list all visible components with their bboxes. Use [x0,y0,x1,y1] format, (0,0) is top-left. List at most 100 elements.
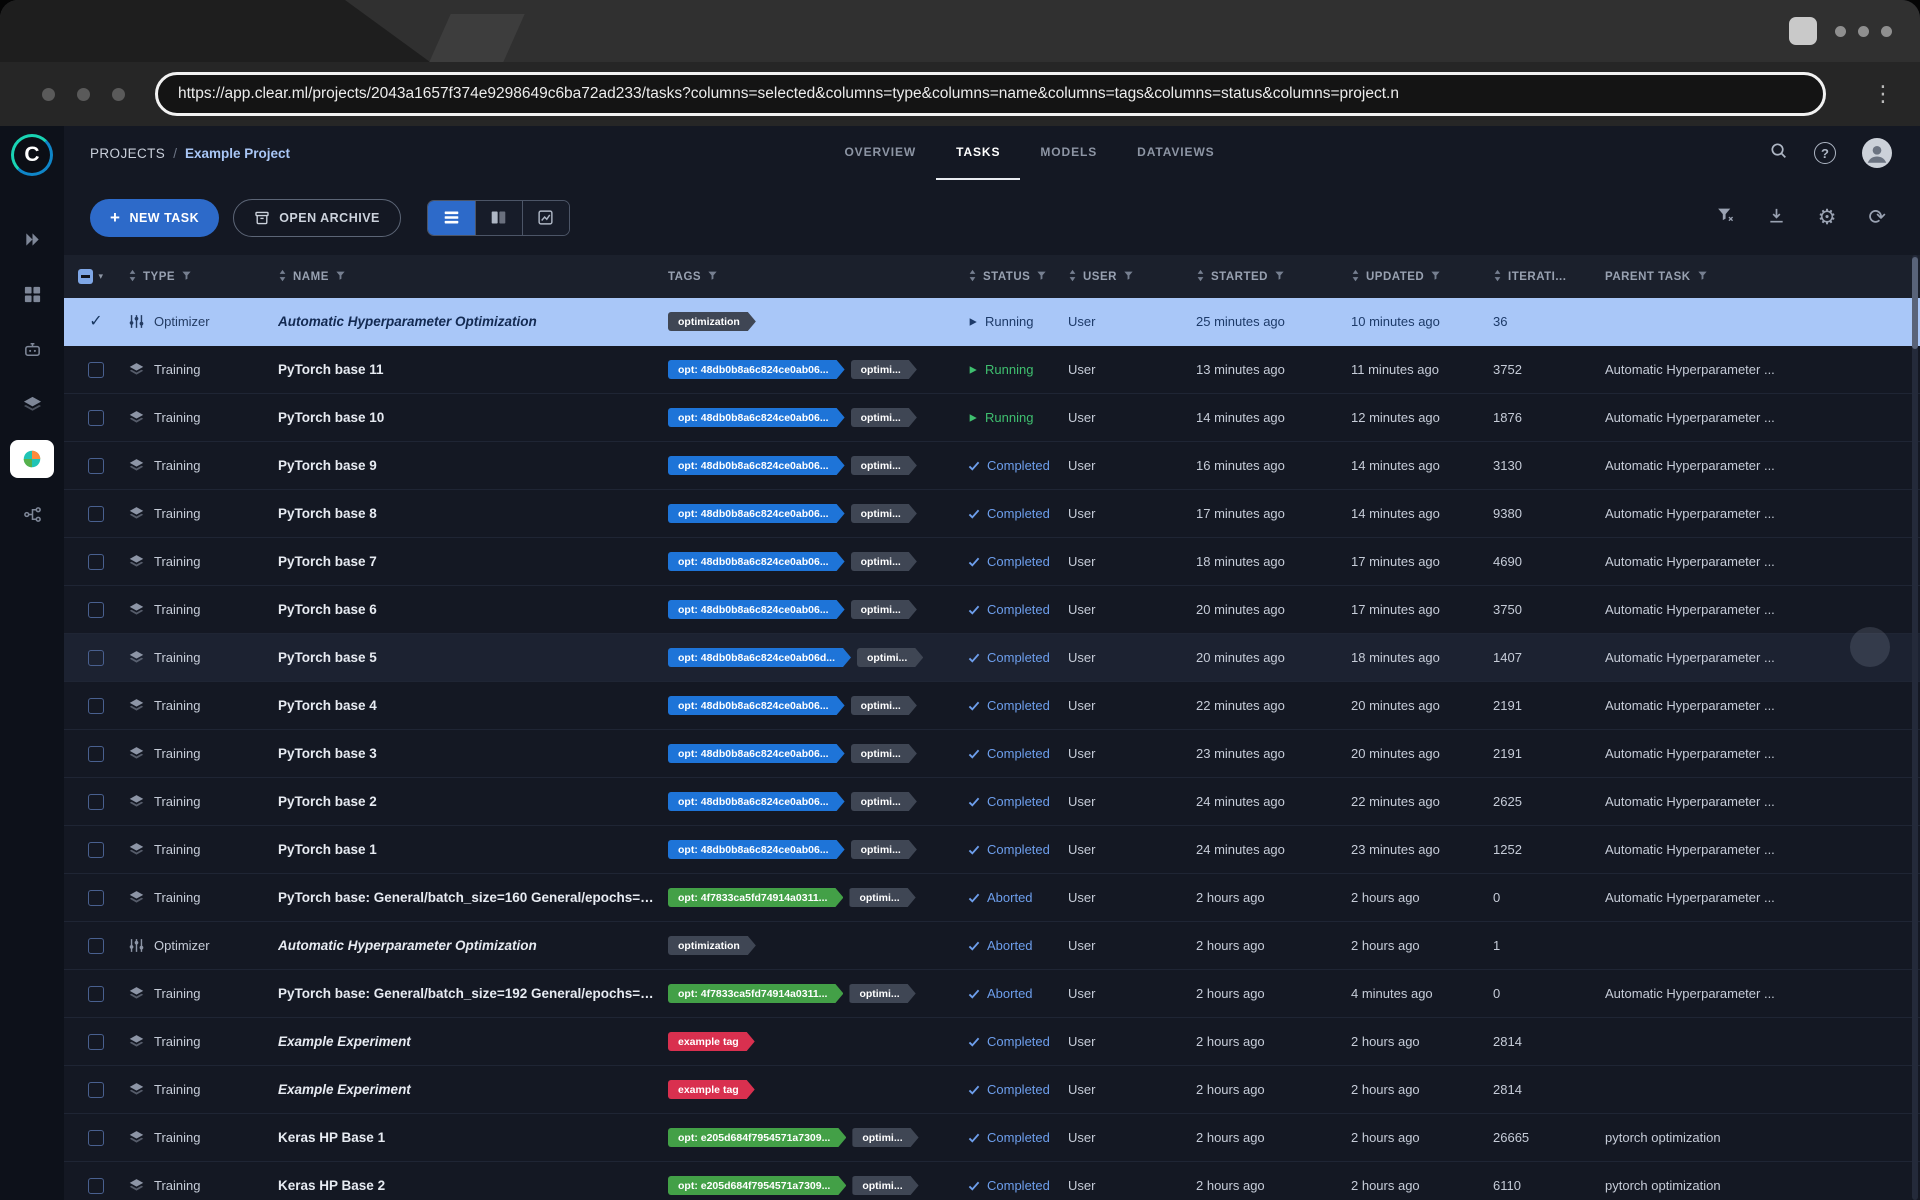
task-name[interactable]: Example Experiment [278,1034,411,1049]
tab-models[interactable]: MODELS [1020,126,1117,180]
row-checkbox[interactable] [88,794,104,810]
table-row[interactable]: TrainingPyTorch base 8opt: 48db0b8a6c824… [64,490,1920,538]
filter-icon[interactable] [1123,270,1134,284]
new-task-button[interactable]: + NEW TASK [90,199,219,237]
column-header-iterati[interactable]: ITERATI... [1493,269,1605,285]
row-checkbox[interactable] [88,1178,104,1194]
table-row[interactable]: ✓OptimizerAutomatic Hyperparameter Optim… [64,298,1920,346]
task-name[interactable]: PyTorch base: General/batch_size=192 Gen… [278,986,666,1001]
layers-icon[interactable] [10,385,54,423]
pipelines-icon[interactable] [10,495,54,533]
row-checkbox[interactable] [88,746,104,762]
download-icon[interactable] [1767,206,1786,230]
table-row[interactable]: TrainingKeras HP Base 1opt: e205d684f795… [64,1114,1920,1162]
task-name[interactable]: Automatic Hyperparameter Optimization [278,314,537,329]
sort-icon[interactable] [1196,269,1205,285]
breadcrumb-root[interactable]: PROJECTS [90,146,165,161]
table-row[interactable]: TrainingPyTorch base 6opt: 48db0b8a6c824… [64,586,1920,634]
task-name[interactable]: PyTorch base 7 [278,554,377,569]
table-row[interactable]: TrainingPyTorch base 1opt: 48db0b8a6c824… [64,826,1920,874]
applications-icon[interactable] [10,440,54,478]
table-row[interactable]: TrainingKeras HP Base 2opt: e205d684f795… [64,1162,1920,1200]
task-name[interactable]: PyTorch base 1 [278,842,377,857]
task-name[interactable]: PyTorch base 6 [278,602,377,617]
table-row[interactable]: TrainingPyTorch base 2opt: 48db0b8a6c824… [64,778,1920,826]
column-header-user[interactable]: USER [1068,269,1196,285]
sort-icon[interactable] [1493,269,1502,285]
filter-icon[interactable] [1430,270,1441,284]
table-row[interactable]: TrainingExample Experimentexample tagCom… [64,1018,1920,1066]
row-checkbox[interactable] [88,842,104,858]
filter-reset-icon[interactable] [1716,206,1735,230]
settings-gear-icon[interactable]: ⚙ [1818,207,1837,228]
filter-icon[interactable] [181,270,192,284]
filter-icon[interactable] [707,270,718,284]
scroll-fab[interactable] [1850,627,1890,667]
tab-dataviews[interactable]: DATAVIEWS [1117,126,1234,180]
tab-tasks[interactable]: TASKS [936,126,1020,180]
sort-icon[interactable] [968,269,977,285]
table-row[interactable]: TrainingPyTorch base 3opt: 48db0b8a6c824… [64,730,1920,778]
task-name[interactable]: PyTorch base 5 [278,650,377,665]
avatar[interactable] [1862,138,1892,168]
task-name[interactable]: Keras HP Base 1 [278,1130,385,1145]
row-checkbox[interactable] [88,506,104,522]
task-name[interactable]: PyTorch base 2 [278,794,377,809]
row-checkbox[interactable] [88,698,104,714]
table-row[interactable]: TrainingPyTorch base 4opt: 48db0b8a6c824… [64,682,1920,730]
table-row[interactable]: TrainingPyTorch base 5opt: 48db0b8a6c824… [64,634,1920,682]
task-name[interactable]: PyTorch base: General/batch_size=160 Gen… [278,890,663,905]
table-row[interactable]: TrainingPyTorch base 10opt: 48db0b8a6c82… [64,394,1920,442]
filter-icon[interactable] [1036,270,1047,284]
row-checkbox[interactable] [88,890,104,906]
sort-icon[interactable] [1068,269,1077,285]
task-name[interactable]: PyTorch base 10 [278,410,384,425]
row-checkbox[interactable] [88,410,104,426]
clearml-logo-icon[interactable]: C [11,134,53,176]
sort-icon[interactable] [1351,269,1360,285]
column-header-updated[interactable]: UPDATED [1351,269,1493,285]
row-checkbox[interactable] [88,362,104,378]
url-bar[interactable]: https://app.clear.ml/projects/2043a1657f… [155,72,1826,116]
column-header-type[interactable]: TYPE [128,269,278,285]
row-checkbox[interactable] [88,554,104,570]
breadcrumb-current[interactable]: Example Project [185,146,290,161]
vertical-scrollbar[interactable] [1912,255,1918,1200]
filter-icon[interactable] [1274,270,1285,284]
task-name[interactable]: Automatic Hyperparameter Optimization [278,938,537,953]
select-all-checkbox[interactable] [78,269,93,284]
column-header-name[interactable]: NAME [278,269,668,285]
row-checkbox[interactable] [88,458,104,474]
table-view-icon[interactable] [428,201,475,235]
table-row[interactable]: TrainingPyTorch base 9opt: 48db0b8a6c824… [64,442,1920,490]
task-name[interactable]: PyTorch base 11 [278,362,384,377]
sort-icon[interactable] [278,269,287,285]
window-button-icon[interactable] [1789,17,1817,45]
chart-view-icon[interactable] [522,201,569,235]
table-row[interactable]: TrainingPyTorch base 7opt: 48db0b8a6c824… [64,538,1920,586]
column-header-parent-task[interactable]: PARENT TASK [1605,270,1920,284]
bot-icon[interactable] [10,330,54,368]
row-checkbox[interactable] [88,986,104,1002]
task-name[interactable]: Keras HP Base 2 [278,1178,385,1193]
column-header-status[interactable]: STATUS [968,269,1068,285]
search-icon[interactable] [1769,141,1788,165]
select-all-caret-icon[interactable]: ▾ [98,271,103,282]
task-name[interactable]: PyTorch base 3 [278,746,377,761]
column-header-tags[interactable]: TAGS [668,270,968,284]
help-icon[interactable]: ? [1814,142,1836,164]
table-row[interactable]: TrainingExample Experimentexample tagCom… [64,1066,1920,1114]
task-name[interactable]: PyTorch base 9 [278,458,377,473]
sort-icon[interactable] [128,269,137,285]
filter-icon[interactable] [1697,270,1708,284]
task-name[interactable]: Example Experiment [278,1082,411,1097]
table-row[interactable]: OptimizerAutomatic Hyperparameter Optimi… [64,922,1920,970]
column-header-started[interactable]: STARTED [1196,269,1351,285]
row-checkbox[interactable] [88,650,104,666]
browser-menu-icon[interactable]: ⋮ [1872,83,1894,105]
tab-overview[interactable]: OVERVIEW [824,126,936,180]
row-checkbox[interactable] [88,602,104,618]
double-chevron-icon[interactable] [10,220,54,258]
window-controls[interactable] [1835,26,1892,37]
table-row[interactable]: TrainingPyTorch base: General/batch_size… [64,874,1920,922]
